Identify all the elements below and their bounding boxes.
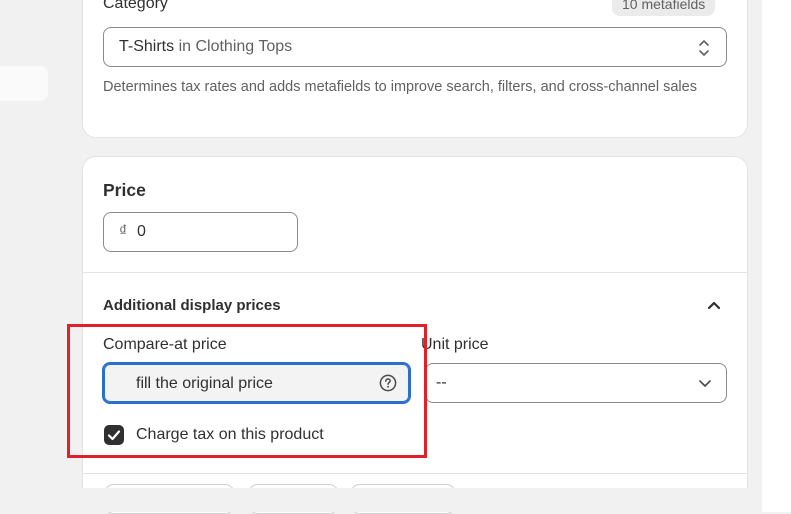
unit-price-label: Unit price [421, 336, 489, 353]
divider [83, 473, 747, 474]
compare-at-price-value: fill the original price [136, 375, 273, 392]
compare-at-price-label: Compare-at price [103, 336, 227, 353]
checkmark-icon [107, 430, 121, 441]
price-input[interactable]: ₫ 0 [103, 212, 298, 252]
category-selected-sub: in Clothing Tops [174, 38, 293, 55]
category-label: Category [103, 0, 168, 12]
price-value: 0 [137, 223, 146, 240]
category-card [82, 0, 748, 138]
currency-symbol: ₫ [119, 223, 128, 240]
page-bottom-band [52, 488, 762, 512]
category-selected-main: T-Shirts [119, 38, 175, 55]
chevron-up-icon[interactable] [706, 299, 722, 311]
question-circle-icon[interactable] [379, 374, 397, 392]
chevron-down-icon [699, 380, 711, 387]
compare-at-price-input[interactable]: fill the original price [102, 362, 411, 404]
scroll-gutter [762, 0, 791, 512]
metafields-badge[interactable]: 10 metafields [612, 0, 716, 16]
charge-tax-label[interactable]: Charge tax on this product [136, 426, 324, 444]
unit-price-select[interactable]: -- [425, 363, 727, 403]
charge-tax-checkbox[interactable] [104, 425, 124, 445]
unit-price-value: -- [436, 374, 447, 391]
category-select[interactable]: T-Shirts in Clothing Tops [103, 27, 727, 67]
price-card [82, 156, 748, 496]
sidebar-item[interactable] [0, 66, 48, 101]
price-title: Price [103, 180, 146, 200]
divider [83, 272, 747, 273]
additional-prices-title: Additional display prices [103, 297, 281, 314]
category-help-text: Determines tax rates and adds metafields… [103, 79, 697, 95]
select-updown-icon [699, 40, 709, 56]
